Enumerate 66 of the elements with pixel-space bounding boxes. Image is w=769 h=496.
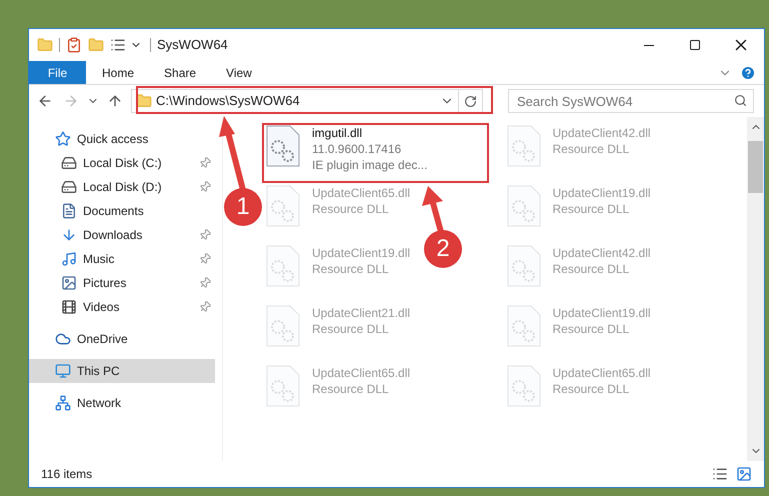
file-detail: Resource DLL [312, 201, 390, 217]
minimize-icon [644, 44, 654, 46]
drive-icon [61, 155, 77, 171]
details-view-icon[interactable] [712, 466, 728, 482]
settings-file-icon [266, 245, 300, 287]
settings-file-icon [266, 365, 300, 407]
settings-file-icon [266, 305, 300, 347]
scrollbar[interactable] [747, 117, 764, 461]
nav-item[interactable]: Music [29, 247, 215, 271]
star-icon [55, 131, 71, 147]
item-count: 116 items [41, 466, 94, 483]
properties-icon[interactable] [66, 37, 82, 53]
up-icon[interactable] [107, 93, 123, 109]
ribbon-tab[interactable]: View [212, 61, 266, 84]
music-note-icon [61, 251, 77, 267]
file-detail: Resource DLL [552, 261, 630, 277]
settings-file-icon [506, 305, 540, 347]
ribbon-tab[interactable]: Home [88, 61, 148, 84]
search-icon[interactable] [734, 94, 747, 107]
nav-item[interactable]: Local Disk (C:) [29, 151, 215, 175]
back-icon[interactable] [37, 93, 53, 109]
nav-item[interactable]: Local Disk (D:) [29, 175, 215, 199]
annotation-arrow [422, 186, 444, 233]
ribbon-tab[interactable]: Share [150, 61, 210, 84]
maximize-icon [689, 39, 701, 51]
nav-item[interactable]: Videos [29, 295, 215, 319]
large-icons-view-icon[interactable] [736, 466, 752, 482]
folder-icon [136, 93, 152, 109]
view-list-icon[interactable] [110, 37, 126, 53]
nav-item[interactable]: OneDrive [29, 327, 215, 351]
settings-file-icon [266, 125, 300, 167]
document-icon [61, 203, 77, 219]
file-name[interactable]: imgutil.dll [312, 125, 428, 141]
nav-item[interactable]: Network [29, 391, 215, 415]
search-field[interactable]: Search SysWOW64 [508, 89, 754, 113]
settings-file-icon [506, 365, 540, 407]
file-detail: Resource DLL [312, 261, 390, 277]
file-detail: Resource DLL [312, 321, 390, 337]
file-detail: Resource DLL [312, 381, 390, 397]
film-icon [61, 299, 77, 315]
file-detail: IE plugin image dec... [312, 157, 428, 173]
picture-icon [61, 275, 77, 291]
file-detail: 11.0.9600.17416 [312, 141, 402, 157]
nav-item[interactable]: Downloads [29, 223, 215, 247]
file-detail: Resource DLL [552, 201, 630, 217]
nav-item[interactable]: Documents [29, 199, 215, 223]
help-icon[interactable] [740, 64, 756, 80]
window-title: SysWOW64 [157, 36, 228, 54]
scroll-thumb[interactable] [748, 141, 763, 193]
settings-file-icon [506, 245, 540, 287]
file-detail: Resource DLL [552, 141, 630, 157]
nav-item[interactable]: Pictures [29, 271, 215, 295]
monitor-icon [55, 363, 71, 379]
cloud-icon [55, 331, 71, 347]
file-menu-button[interactable]: File [29, 61, 86, 84]
nav-item[interactable]: Quick access [29, 127, 215, 151]
nav-item[interactable]: This PC [29, 359, 215, 383]
settings-file-icon [506, 185, 540, 227]
settings-file-icon [506, 125, 540, 167]
file-detail: Resource DLL [552, 381, 630, 397]
settings-file-icon [266, 185, 300, 227]
drive-icon [61, 179, 77, 195]
network-icon [55, 395, 71, 411]
file-detail: Resource DLL [552, 321, 630, 337]
refresh-icon[interactable] [464, 94, 477, 108]
address-field[interactable]: C:\Windows\SysWOW64 [131, 89, 483, 113]
